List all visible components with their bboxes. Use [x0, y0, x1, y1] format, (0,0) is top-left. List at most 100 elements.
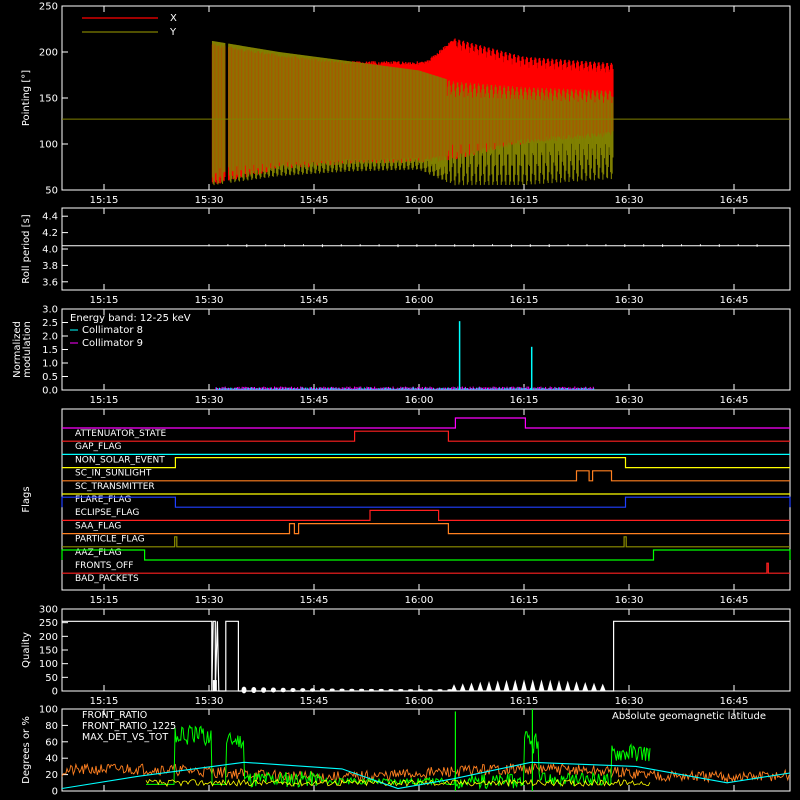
- x-tick-label: 15:30: [195, 195, 224, 206]
- y-tick-label: 2.0: [42, 332, 58, 343]
- flag-label: FRONTS_OFF: [75, 561, 133, 571]
- quality-burst: [573, 681, 580, 691]
- quality-bump: [368, 688, 374, 692]
- y-tick-label: 3.6: [42, 277, 58, 288]
- quality-burst: [503, 679, 510, 691]
- x-tick-label: 16:30: [615, 395, 644, 406]
- energy-band-label: Energy band: 12-25 keV: [70, 313, 191, 324]
- flag-line-bad-packets: [62, 562, 790, 574]
- quality-bump: [339, 688, 345, 692]
- legend-max-det-vs-tot: MAX_DET_VS_TOT: [82, 732, 168, 743]
- panel-2: 15:15 15:30 15:45 16:00 16:15 16:30 16:45 3.6 3.…: [21, 207, 791, 306]
- quality-bump: [398, 689, 404, 691]
- x-tick-label: 16:30: [615, 696, 644, 707]
- flag-line-attenuator-state: [62, 417, 790, 429]
- y-tick-label: 100: [39, 659, 58, 670]
- x-tick-label: 15:45: [300, 696, 329, 707]
- y-tick-label: 2.5: [42, 318, 58, 329]
- legend-geomagnetic-latitude: Absolute geomagnetic latitude: [612, 711, 766, 722]
- y-tick-label: 1.5: [42, 345, 58, 356]
- y-tick-label: 0.0: [42, 386, 58, 397]
- x-tick-label: 16:15: [510, 696, 539, 707]
- front-ratio-1225-line: [146, 724, 651, 790]
- y-tick-label: 0.5: [42, 372, 58, 383]
- y-tick-label: 4.2: [42, 228, 58, 239]
- flag-line-sc-transmitter: [62, 470, 790, 482]
- panel-3: 15:15 15:30 15:45 16:00 16:15 16:30 16:45 0.0 0.…: [12, 305, 791, 406]
- flag-line-aaz-flag: [62, 536, 790, 548]
- y-axis-label: Quality: [21, 632, 32, 668]
- x-tick-label: 15:15: [90, 395, 119, 406]
- flag-line-gap-flag: [62, 430, 790, 442]
- y-tick-label: 20: [45, 770, 58, 781]
- x-tick-label: 15:45: [300, 595, 329, 606]
- quality-bump: [349, 688, 355, 692]
- flag-label: BAD_PACKETS: [75, 574, 139, 584]
- quality-bump: [261, 687, 267, 693]
- flag-label: NON_SOLAR_EVENT: [75, 455, 165, 465]
- quality-bump: [359, 688, 365, 692]
- quality-bump: [310, 688, 316, 692]
- y-tick-label: 60: [45, 737, 58, 748]
- quality-burst: [521, 679, 527, 691]
- y-tick-label: 150: [39, 646, 58, 657]
- x-tick-label: 15:15: [90, 595, 119, 606]
- x-tick-label: 15:15: [90, 696, 119, 707]
- y-tick-label: 300: [39, 605, 58, 616]
- quality-burst: [468, 682, 475, 691]
- flag-label: SC_IN_SUNLIGHT: [75, 469, 152, 479]
- y-tick-label: 200: [39, 48, 58, 59]
- quality-burst: [591, 682, 597, 691]
- quality-bump: [378, 688, 384, 692]
- x-tick-label: 15:15: [90, 195, 119, 206]
- quality-bump: [251, 686, 257, 694]
- flag-line-saa-flag: [62, 509, 790, 522]
- quality-burst: [494, 680, 501, 691]
- y-tick-label: 1.0: [42, 359, 58, 370]
- x-tick-label: 16:30: [615, 195, 644, 206]
- x-tick-label: 15:30: [195, 696, 224, 707]
- y-axis-label: Roll period [s]: [21, 214, 32, 283]
- y-axis-label-line: modulation: [22, 321, 33, 378]
- y-tick-label: 3.8: [42, 261, 58, 272]
- quality-bump: [408, 689, 414, 691]
- quality-burst: [486, 680, 492, 691]
- quality-bump: [300, 688, 306, 692]
- x-tick-label: 16:15: [510, 595, 539, 606]
- y-tick-label: 100: [39, 705, 58, 716]
- quality-burst: [547, 679, 554, 691]
- x-tick-label: 15:45: [300, 295, 329, 306]
- quality-burst: [538, 679, 545, 691]
- panel-1: 15:15 15:30 15:45 16:00 16:15 16:30 16:45 50 100…: [21, 2, 791, 206]
- flag-label: FLARE_FLAG: [75, 495, 131, 505]
- y-tick-label: 150: [39, 94, 58, 105]
- x-tick-label: 16:45: [720, 395, 749, 406]
- x-tick-label: 16:00: [405, 195, 434, 206]
- y-tick-label: 200: [39, 632, 58, 643]
- x-tick-label: 16:30: [615, 295, 644, 306]
- x-tick-label: 16:45: [720, 696, 749, 707]
- flag-label: ATTENUATOR_STATE: [75, 429, 167, 439]
- x-tick-label: 16:00: [405, 595, 434, 606]
- legend-y-label: Y: [169, 27, 177, 38]
- panel-5: 15:15 15:30 15:45 16:00 16:15 16:30 16:45 0 50 10…: [21, 605, 791, 707]
- x-tick-label: 16:00: [405, 295, 434, 306]
- y-tick-label: 100: [39, 140, 58, 151]
- y-tick-label: 0: [52, 787, 58, 798]
- x-tick-label: 16:45: [720, 295, 749, 306]
- flag-line-particle-flag: [62, 522, 790, 535]
- y-axis-label: Pointing [°]: [21, 70, 32, 126]
- quality-trace: [62, 620, 790, 692]
- x-tick-label: 16:00: [405, 696, 434, 707]
- y-tick-label: 250: [39, 618, 58, 629]
- quality-bump: [388, 688, 394, 692]
- x-tick-label: 15:30: [195, 395, 224, 406]
- panel-4: 15:15 15:30 15:45 16:00 16:15 16:30 16:45 Flags…: [21, 408, 791, 606]
- flag-label: PARTICLE_FLAG: [75, 535, 145, 545]
- flag-label: SAA_FLAG: [75, 521, 121, 531]
- quality-burst: [599, 683, 606, 691]
- flag-line-fronts-off: [61, 549, 791, 561]
- flag-label: SC_TRANSMITTER: [75, 482, 155, 492]
- quality-burst: [529, 679, 536, 691]
- y-tick-label: 80: [45, 721, 58, 732]
